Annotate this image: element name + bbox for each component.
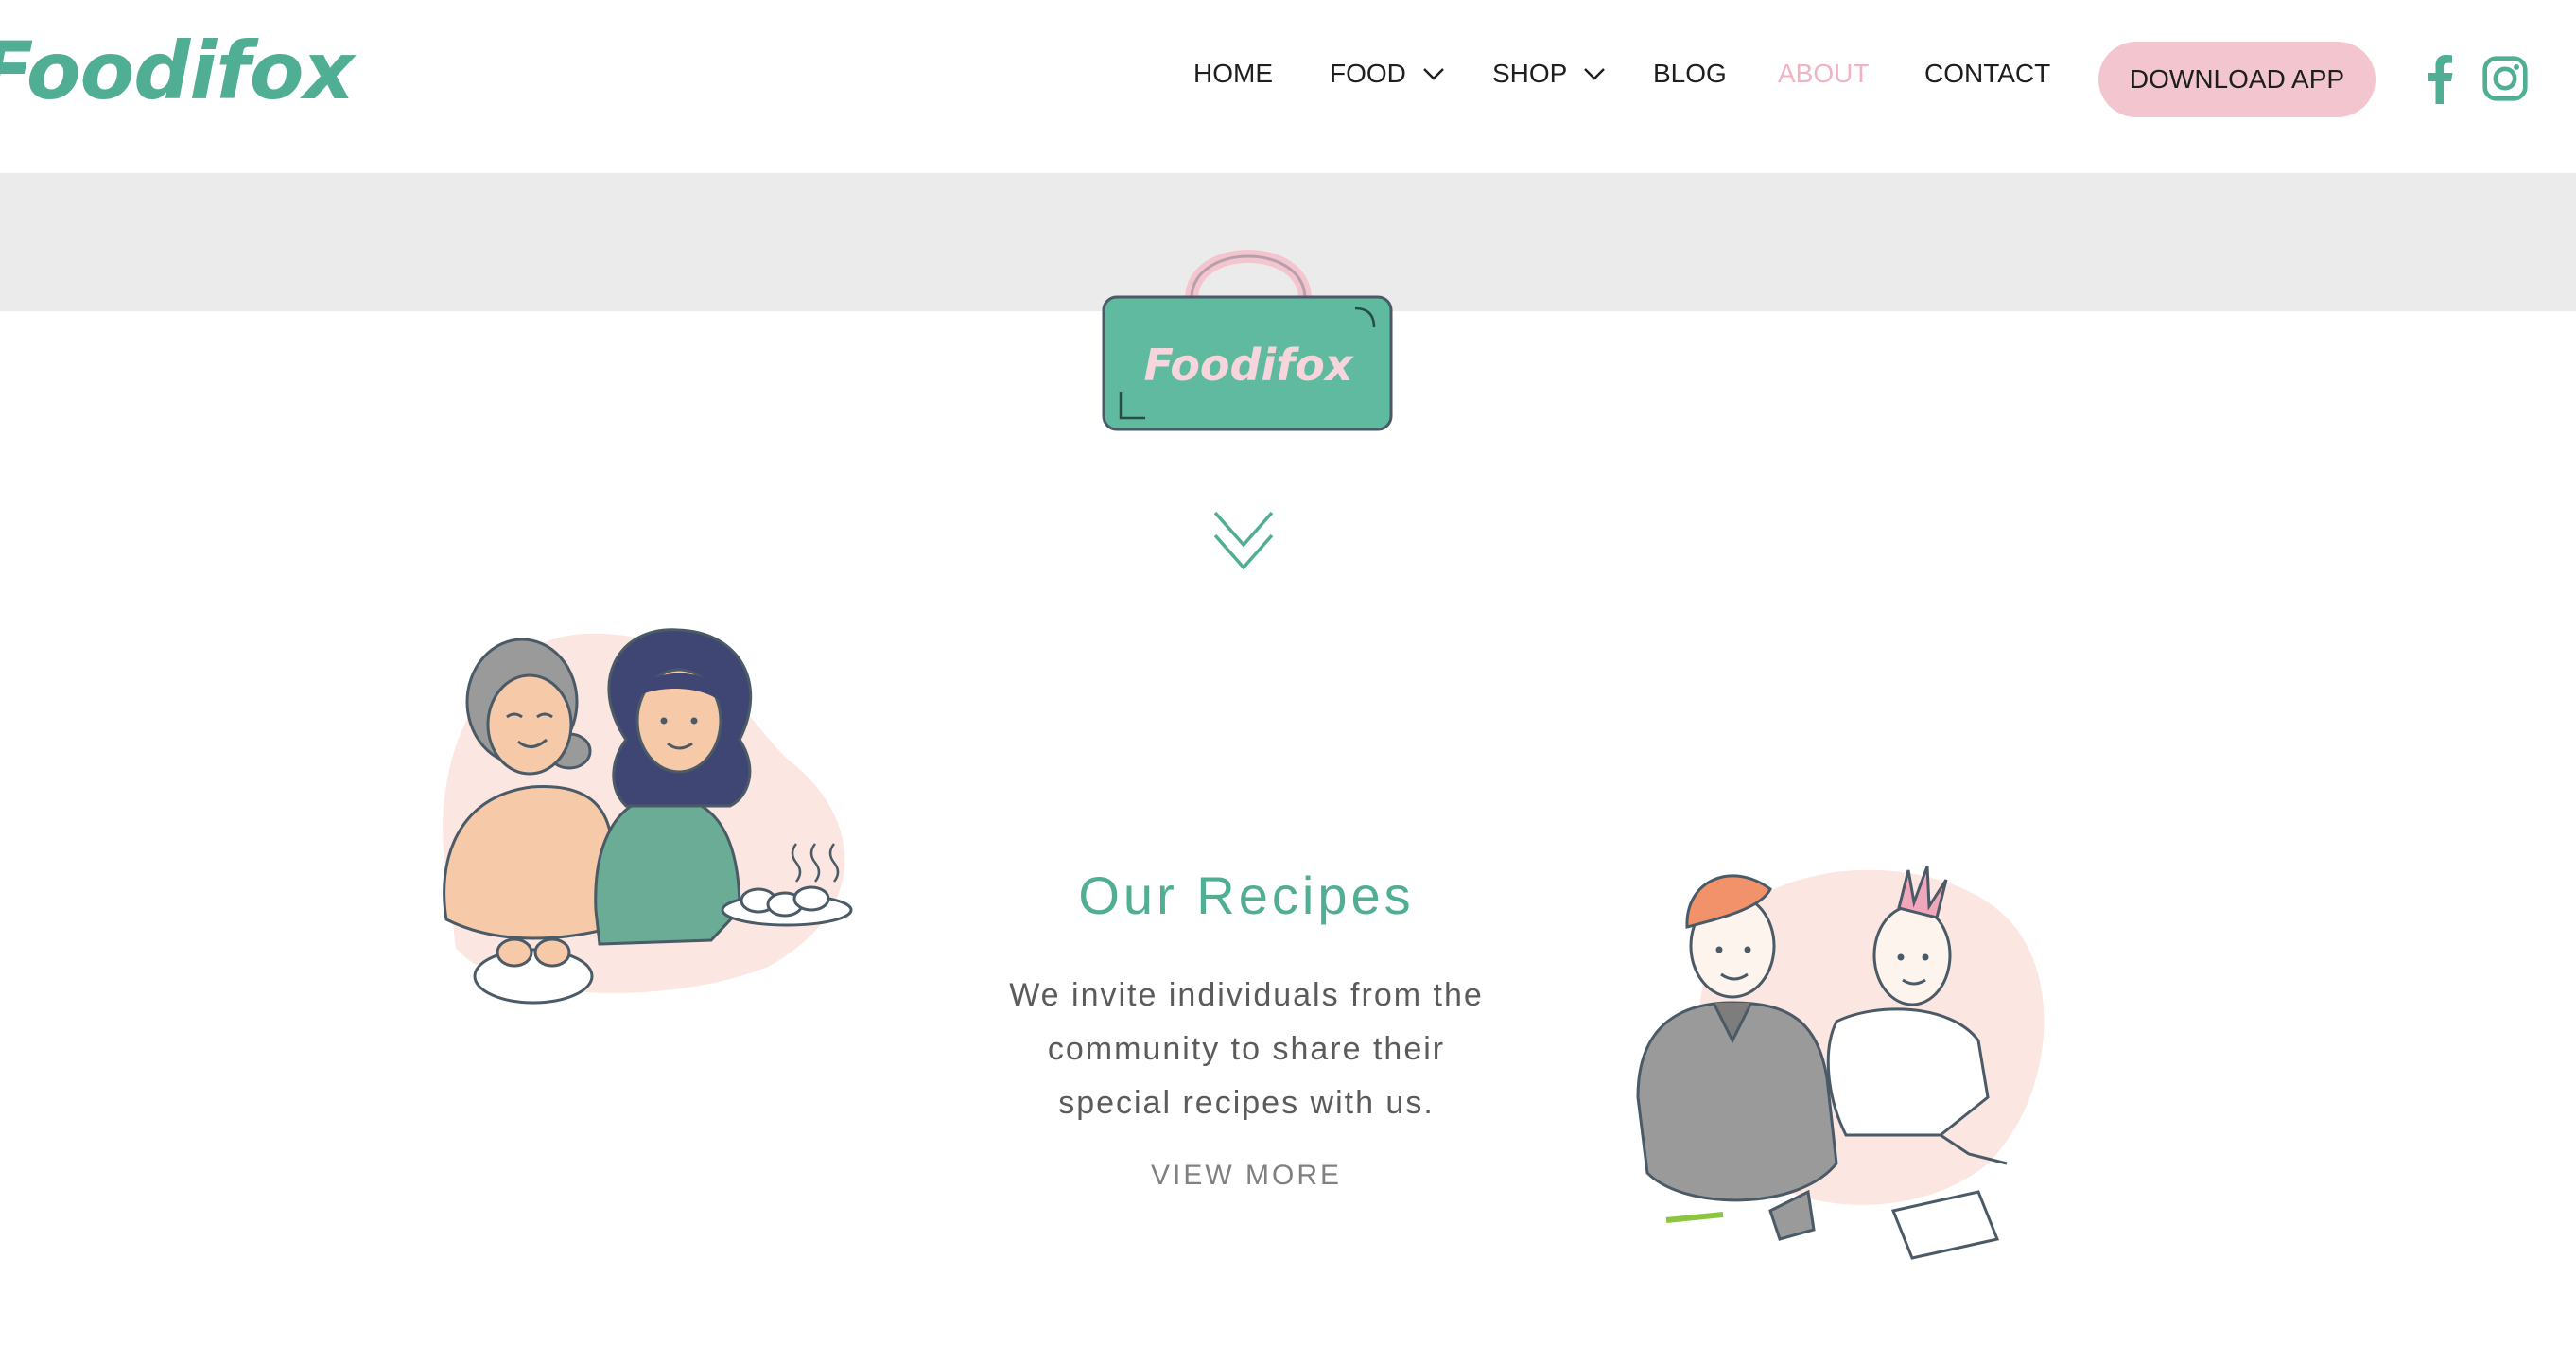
view-more-link[interactable]: VIEW MORE [974,1160,1519,1192]
section-description-line: special recipes with us. [1058,1085,1435,1121]
chevron-down-icon [1584,68,1606,80]
nav-item-label: BLOG [1653,59,1727,88]
shopping-bag-logo: Foodifox [1102,250,1393,431]
nav-item-label: SHOP [1492,59,1568,88]
section-description-line: community to share their [1047,1031,1446,1067]
nav-item-label: HOME [1193,59,1273,88]
bag-logo-text: Foodifox [1143,340,1353,391]
download-app-button[interactable]: DOWNLOAD APP [2098,42,2376,117]
section-title: Our Recipes [1078,866,1415,925]
nav-item-about[interactable]: ABOUT [1778,59,1869,89]
chevron-down-icon [1423,68,1444,80]
two-men-cooking-illustration [1636,866,2045,1260]
site-logo[interactable]: Foodifox [0,25,355,117]
nav-item-label: FOOD [1330,59,1406,88]
nav-item-blog[interactable]: BLOG [1653,59,1727,89]
nav-item-home[interactable]: HOME [1193,59,1273,89]
scroll-down-chevrons-icon[interactable] [1211,507,1276,575]
nav-item-label: ABOUT [1778,59,1870,88]
nav-item-label: CONTACT [1924,59,2051,88]
nav-item-contact[interactable]: CONTACT [1924,59,2050,89]
section-description-line: We invite individuals from the [1009,977,1484,1013]
nav-item-shop[interactable]: SHOP [1492,59,1609,89]
site-header: Foodifox HOME FOOD SHOP BLOG ABOUT CONTA… [0,0,2576,173]
grandma-and-woman-illustration [443,628,853,1005]
facebook-icon[interactable] [2416,53,2463,104]
nav-item-food[interactable]: FOOD [1330,59,1448,89]
section-description: We invite individuals from the community… [974,969,1519,1130]
instagram-icon[interactable] [2481,53,2529,104]
